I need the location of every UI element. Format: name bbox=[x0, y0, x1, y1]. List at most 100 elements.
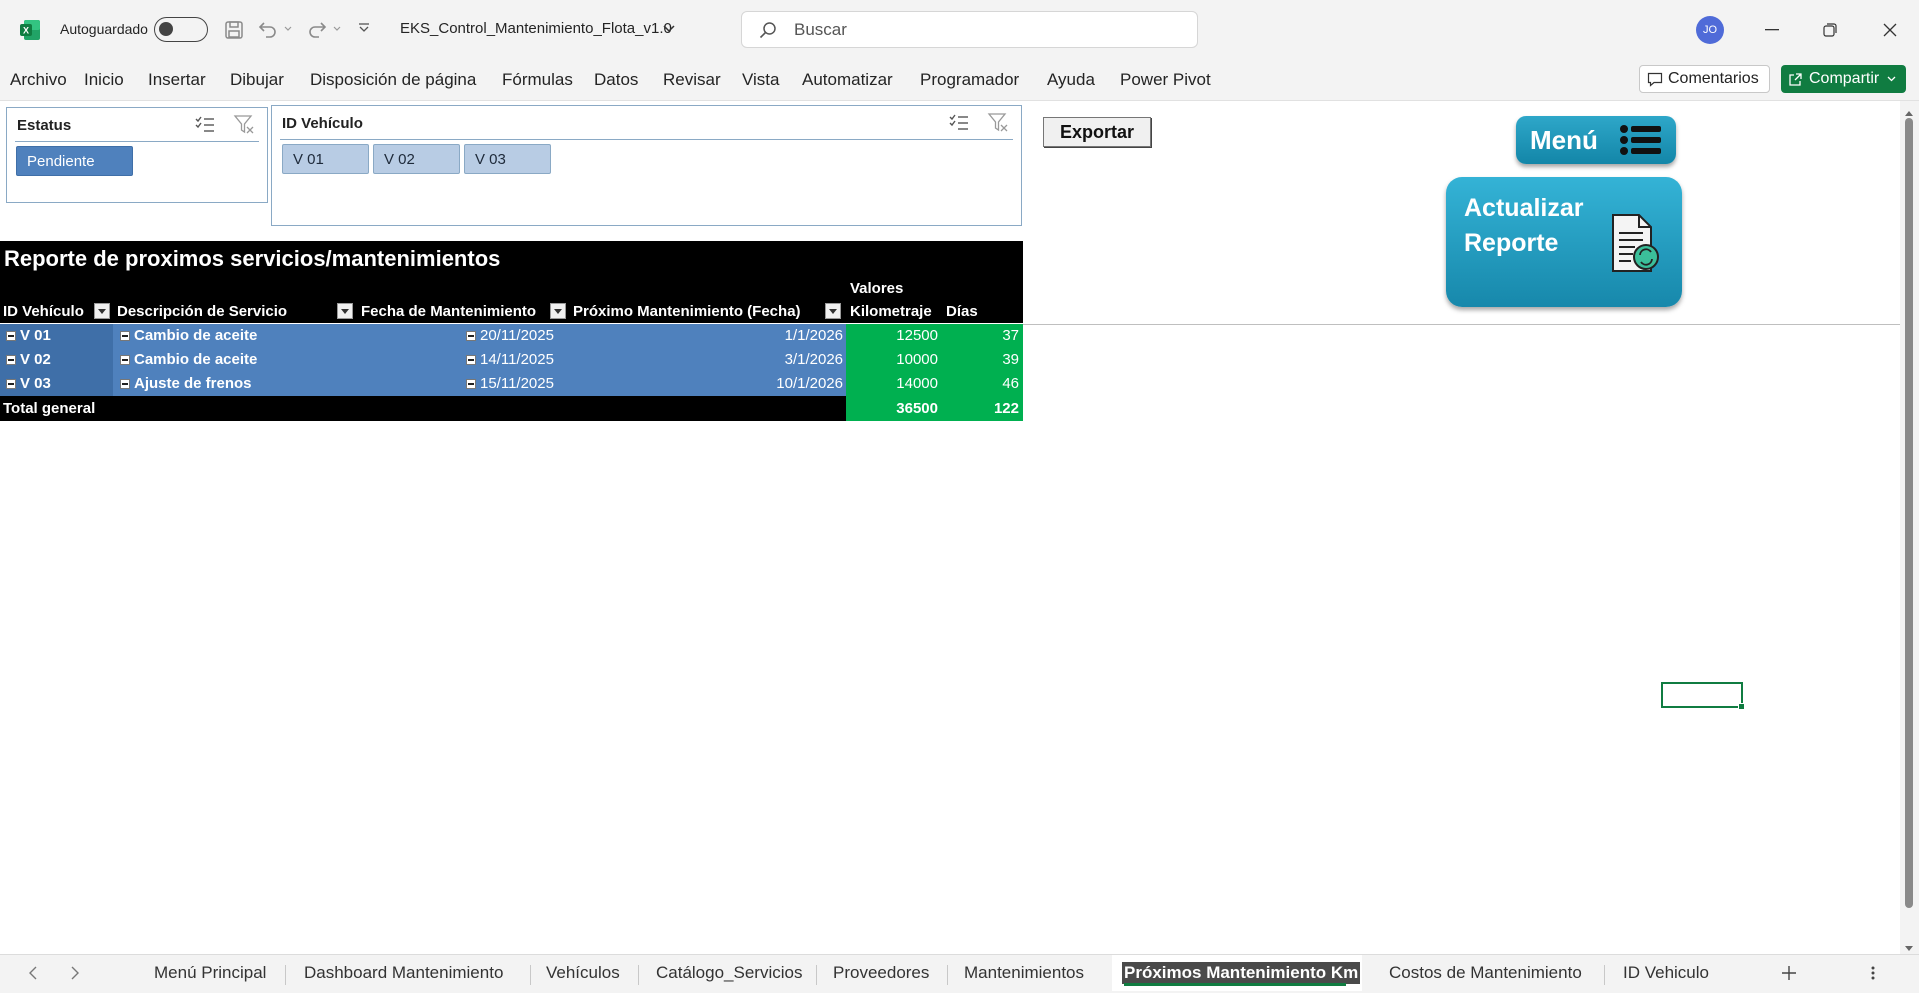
collapse-icon[interactable] bbox=[6, 379, 16, 389]
active-cell[interactable] bbox=[1661, 682, 1745, 710]
cell-total-km[interactable]: 36500 bbox=[846, 396, 942, 421]
filter-dropdown-icon[interactable] bbox=[550, 303, 566, 319]
user-avatar[interactable]: JO bbox=[1696, 16, 1724, 44]
cell-next-date[interactable]: 10/1/2026 bbox=[571, 372, 846, 396]
search-box[interactable] bbox=[741, 11, 1198, 48]
cell-id[interactable]: V 01 bbox=[0, 324, 113, 348]
slicer-item-pendiente[interactable]: Pendiente bbox=[16, 146, 133, 176]
cell-service[interactable]: Ajuste de frenos bbox=[113, 372, 357, 396]
tab-scroll-right-icon[interactable] bbox=[70, 966, 80, 985]
file-name[interactable]: EKS_Control_Mantenimiento_Flota_v1.0 bbox=[400, 20, 672, 37]
collapse-icon[interactable] bbox=[120, 379, 130, 389]
more-options-icon[interactable] bbox=[1871, 965, 1875, 986]
restore-icon[interactable] bbox=[1818, 18, 1842, 42]
menu-vista[interactable]: Vista bbox=[742, 70, 780, 90]
undo-dropdown-icon[interactable] bbox=[282, 22, 294, 36]
collapse-icon[interactable] bbox=[120, 331, 130, 341]
cell-next-date[interactable]: 1/1/2026 bbox=[571, 324, 846, 348]
collapse-icon[interactable] bbox=[466, 331, 476, 341]
tab-id-vehiculo[interactable]: ID Vehiculo bbox=[1623, 963, 1709, 983]
collapse-icon[interactable] bbox=[466, 379, 476, 389]
cell-date[interactable]: 15/11/2025 bbox=[357, 372, 571, 396]
filter-dropdown-icon[interactable] bbox=[825, 303, 841, 319]
slicer-id-vehiculo[interactable]: ID Vehículo V 01 V 02 V 03 bbox=[271, 105, 1022, 226]
slicer-item-v02[interactable]: V 02 bbox=[373, 144, 460, 174]
menu-revisar[interactable]: Revisar bbox=[663, 70, 721, 90]
menu-disposicion-pagina[interactable]: Disposición de página bbox=[310, 70, 476, 90]
collapse-icon[interactable] bbox=[120, 355, 130, 365]
worksheet-area[interactable]: Estatus Pendiente ID Vehículo V 01 V 02 … bbox=[0, 101, 1919, 954]
search-input[interactable] bbox=[792, 19, 1176, 41]
customize-toolbar-icon[interactable] bbox=[356, 20, 372, 36]
tab-catalogo-servicios[interactable]: Catálogo_Servicios bbox=[656, 963, 802, 983]
fill-handle[interactable] bbox=[1738, 703, 1745, 710]
clear-filter-icon[interactable] bbox=[233, 114, 255, 141]
slicer-estatus[interactable]: Estatus Pendiente bbox=[6, 107, 268, 203]
cell-days[interactable]: 37 bbox=[942, 324, 1023, 348]
cell-service[interactable]: Cambio de aceite bbox=[113, 348, 357, 372]
undo-icon[interactable] bbox=[256, 17, 280, 41]
cell-days[interactable]: 46 bbox=[942, 372, 1023, 396]
cell-days[interactable]: 39 bbox=[942, 348, 1023, 372]
tab-proveedores[interactable]: Proveedores bbox=[833, 963, 929, 983]
cell-total-days[interactable]: 122 bbox=[942, 396, 1023, 421]
slicer-item-v03[interactable]: V 03 bbox=[464, 144, 551, 174]
menu-formulas[interactable]: Fórmulas bbox=[502, 70, 573, 90]
col-header-fecha-mantenimiento[interactable]: Fecha de Mantenimiento bbox=[357, 300, 571, 323]
menu-insertar[interactable]: Insertar bbox=[148, 70, 206, 90]
clear-filter-icon[interactable] bbox=[987, 112, 1009, 139]
tab-scroll-left-icon[interactable] bbox=[28, 966, 38, 985]
tab-vehiculos[interactable]: Vehículos bbox=[546, 963, 620, 983]
slicer-item-v01[interactable]: V 01 bbox=[282, 144, 369, 174]
tab-mantenimientos[interactable]: Mantenimientos bbox=[964, 963, 1084, 983]
share-button[interactable]: Compartir bbox=[1781, 65, 1906, 93]
minimize-icon[interactable] bbox=[1760, 18, 1784, 42]
cell-date[interactable]: 14/11/2025 bbox=[357, 348, 571, 372]
autosave-toggle[interactable] bbox=[154, 17, 208, 42]
cell-total-label[interactable]: Total general bbox=[0, 396, 846, 421]
cell-id[interactable]: V 02 bbox=[0, 348, 113, 372]
filter-dropdown-icon[interactable] bbox=[94, 303, 110, 319]
add-sheet-icon[interactable] bbox=[1781, 965, 1797, 986]
cell-km[interactable]: 14000 bbox=[846, 372, 942, 396]
collapse-icon[interactable] bbox=[466, 355, 476, 365]
cell-service[interactable]: Cambio de aceite bbox=[113, 324, 357, 348]
col-header-proximo-mantenimiento[interactable]: Próximo Mantenimiento (Fecha) bbox=[571, 300, 846, 323]
cell-km[interactable]: 12500 bbox=[846, 324, 942, 348]
share-chevron-down-icon[interactable] bbox=[1887, 76, 1896, 82]
tab-costos-mantenimiento[interactable]: Costos de Mantenimiento bbox=[1389, 963, 1582, 983]
export-button[interactable]: Exportar bbox=[1043, 117, 1151, 147]
collapse-icon[interactable] bbox=[6, 355, 16, 365]
collapse-icon[interactable] bbox=[6, 331, 16, 341]
redo-dropdown-icon[interactable] bbox=[331, 22, 343, 36]
menu-automatizar[interactable]: Automatizar bbox=[802, 70, 893, 90]
tab-dashboard-mantenimiento[interactable]: Dashboard Mantenimiento bbox=[304, 963, 503, 983]
scrollbar-thumb[interactable] bbox=[1905, 118, 1913, 908]
col-header-descripcion[interactable]: Descripción de Servicio bbox=[113, 300, 357, 323]
save-icon[interactable] bbox=[222, 18, 246, 42]
tab-proximos-mantenimiento-km[interactable]: Próximos Mantenimiento Km bbox=[1112, 955, 1362, 991]
comments-button[interactable]: Comentarios bbox=[1639, 65, 1770, 93]
multi-select-icon[interactable] bbox=[948, 113, 970, 138]
cell-id[interactable]: V 03 bbox=[0, 372, 113, 396]
menu-inicio[interactable]: Inicio bbox=[84, 70, 124, 90]
filter-dropdown-icon[interactable] bbox=[337, 303, 353, 319]
menu-button[interactable]: Menú bbox=[1516, 116, 1676, 164]
cell-km[interactable]: 10000 bbox=[846, 348, 942, 372]
redo-icon[interactable] bbox=[305, 17, 329, 41]
col-header-id-vehiculo[interactable]: ID Vehículo bbox=[0, 300, 113, 323]
menu-archivo[interactable]: Archivo bbox=[10, 70, 67, 90]
menu-ayuda[interactable]: Ayuda bbox=[1047, 70, 1095, 90]
menu-datos[interactable]: Datos bbox=[594, 70, 638, 90]
multi-select-icon[interactable] bbox=[194, 115, 216, 140]
cell-id-text: V 02 bbox=[20, 351, 51, 368]
refresh-report-button[interactable]: Actualizar Reporte bbox=[1446, 177, 1682, 307]
cell-date[interactable]: 20/11/2025 bbox=[357, 324, 571, 348]
menu-programador[interactable]: Programador bbox=[920, 70, 1019, 90]
cell-next-date[interactable]: 3/1/2026 bbox=[571, 348, 846, 372]
menu-power-pivot[interactable]: Power Pivot bbox=[1120, 70, 1211, 90]
menu-dibujar[interactable]: Dibujar bbox=[230, 70, 284, 90]
tab-menu-principal[interactable]: Menú Principal bbox=[154, 963, 266, 983]
close-icon[interactable] bbox=[1878, 18, 1902, 42]
file-name-chevron-down-icon[interactable] bbox=[661, 21, 677, 37]
